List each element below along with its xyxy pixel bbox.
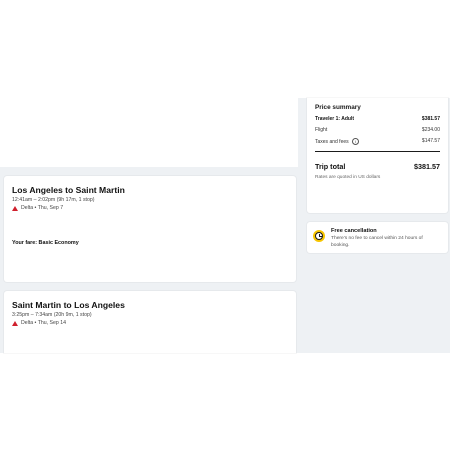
flight-times: 3:25pm – 7:34am (20h 9m, 1 stop): [12, 312, 92, 318]
trip-total-row: Trip total $381.57: [315, 162, 440, 171]
carrier-date-text: Delta • Thu, Sep 14: [21, 320, 66, 326]
price-summary-card: Price summary Traveler 1: Adult $381.57 …: [307, 98, 448, 213]
free-cancellation-title: Free cancellation: [331, 228, 377, 234]
trip-total-label: Trip total: [315, 162, 346, 171]
traveler-total: $381.57: [421, 116, 440, 122]
delta-logo-icon: [12, 205, 18, 211]
price-summary-title: Price summary: [315, 104, 361, 111]
taxes-label: Taxes and fees: [315, 138, 349, 145]
flight-carrier-date: Delta • Thu, Sep 7: [12, 205, 63, 211]
flight-times: 12:41am – 2:02pm (9h 17m, 1 stop): [12, 197, 95, 203]
fare-class: Your fare: Basic Economy: [12, 240, 79, 246]
flight-price-label: Flight: [315, 127, 328, 133]
delta-logo-icon: [12, 320, 18, 326]
outbound-flight-card[interactable]: Los Angeles to Saint Martin 12:41am – 2:…: [4, 176, 296, 282]
rates-note: Rates are quoted in US dollars: [315, 175, 381, 180]
divider: [315, 151, 440, 153]
flight-price-row: Flight $234.00: [315, 127, 440, 133]
free-cancellation-text: There's no fee to cancel within 24 hours…: [331, 236, 423, 248]
flight-route-title: Saint Martin to Los Angeles: [12, 300, 125, 310]
return-flight-card[interactable]: Saint Martin to Los Angeles 3:25pm – 7:3…: [4, 291, 296, 353]
taxes-row: Taxes and fees i $147.57: [315, 138, 440, 145]
taxes-value: $147.57: [421, 138, 440, 144]
flight-carrier-date: Delta • Thu, Sep 14: [12, 320, 66, 326]
free-cancellation-card: Free cancellation There's no fee to canc…: [307, 222, 448, 253]
carrier-date-text: Delta • Thu, Sep 7: [21, 205, 64, 211]
info-icon[interactable]: i: [352, 138, 360, 145]
traveler-row: Traveler 1: Adult $381.57: [315, 116, 440, 122]
flight-price-value: $234.00: [421, 127, 440, 133]
flight-route-title: Los Angeles to Saint Martin: [12, 185, 125, 195]
traveler-label: Traveler 1: Adult: [315, 116, 354, 122]
clock-icon: [313, 230, 325, 242]
trip-total-value: $381.57: [414, 162, 440, 171]
